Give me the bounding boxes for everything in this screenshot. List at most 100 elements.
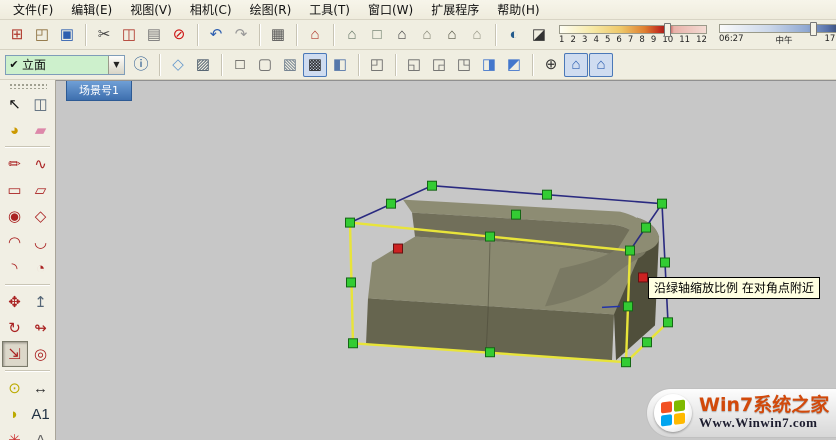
protractor-tool[interactable]: ◗ — [2, 401, 28, 427]
rotated-rectangle-tool[interactable]: ▱ — [28, 177, 54, 203]
print-button[interactable]: ▦ — [266, 23, 290, 47]
scale-handle[interactable] — [512, 210, 521, 219]
menu-edit[interactable]: 编辑(E) — [62, 0, 121, 20]
hidden-line-style-button[interactable]: ▢ — [253, 53, 277, 77]
chevron-down-icon[interactable]: ▼ — [108, 56, 124, 74]
perspective-view-button[interactable]: ⌂ — [564, 53, 588, 77]
drawing-canvas[interactable]: 场景号1 — [56, 80, 836, 440]
scale-handle[interactable] — [624, 302, 633, 311]
back-edges-style-button[interactable]: ▨ — [191, 53, 215, 77]
undo-button[interactable]: ↶ — [204, 23, 228, 47]
tape-measure-tool[interactable]: ⊙ — [2, 375, 28, 401]
iso-view-button[interactable]: ⌂ — [340, 23, 364, 47]
union-button[interactable]: ◲ — [427, 53, 451, 77]
erase-button[interactable]: ⊘ — [167, 23, 191, 47]
shaded-style-button[interactable]: ▧ — [278, 53, 302, 77]
text-tool[interactable]: A1 — [28, 401, 54, 427]
subtract-button[interactable]: ◳ — [452, 53, 476, 77]
date-slider-track[interactable] — [559, 25, 707, 34]
move-tool[interactable]: ✥ — [2, 289, 28, 315]
three-point-arc-tool[interactable]: ◝ — [2, 255, 28, 281]
menu-help[interactable]: 帮助(H) — [488, 0, 548, 20]
scale-handle[interactable] — [387, 199, 396, 208]
circle-tool[interactable]: ◉ — [2, 203, 28, 229]
palette-grip[interactable] — [9, 83, 47, 89]
new-button[interactable]: ⊞ — [5, 23, 29, 47]
time-slider-thumb[interactable] — [810, 22, 817, 36]
menu-camera[interactable]: 相机(C) — [181, 0, 241, 20]
menu-tools[interactable]: 工具(T) — [300, 0, 359, 20]
arc-tool[interactable]: ◠ — [2, 229, 28, 255]
scale-handle[interactable] — [428, 181, 437, 190]
back-view-button[interactable]: ⌂ — [440, 23, 464, 47]
scale-handle-active[interactable] — [639, 273, 648, 282]
shaded-textures-style-button[interactable]: ▩ — [303, 53, 327, 77]
top-view-button[interactable]: □ — [365, 23, 389, 47]
navigation-compass-button[interactable]: ⊕ — [539, 53, 563, 77]
front-view-button[interactable]: ⌂ — [390, 23, 414, 47]
scale-handle[interactable] — [642, 223, 651, 232]
trim-button[interactable]: ◨ — [477, 53, 501, 77]
date-slider-thumb[interactable] — [664, 23, 671, 37]
scale-tool[interactable]: ⇲ — [2, 341, 28, 367]
model-info-button[interactable]: ⌂ — [303, 23, 327, 47]
menu-view[interactable]: 视图(V) — [121, 0, 181, 20]
menu-file[interactable]: 文件(F) — [4, 0, 62, 20]
dimension-tool[interactable]: ↔ — [28, 375, 54, 401]
scale-handle[interactable] — [486, 232, 495, 241]
3d-text-tool[interactable]: A — [28, 427, 54, 440]
xray-style-button[interactable]: ◇ — [166, 53, 190, 77]
polygon-tool[interactable]: ◇ — [28, 203, 54, 229]
line-tool[interactable]: ✏ — [2, 151, 28, 177]
left-view-button[interactable]: ⌂ — [465, 23, 489, 47]
menu-window[interactable]: 窗口(W) — [359, 0, 422, 20]
rectangle-tool[interactable]: ▭ — [2, 177, 28, 203]
pie-tool[interactable]: ◔ — [28, 255, 54, 281]
axonometric-view-button[interactable]: ⌂ — [589, 53, 613, 77]
paste-button[interactable]: ▤ — [142, 23, 166, 47]
wireframe-style-button[interactable]: □ — [228, 53, 252, 77]
shadow-settings-button[interactable]: ◐ — [502, 23, 526, 47]
menu-draw[interactable]: 绘图(R) — [241, 0, 301, 20]
scene-info-button[interactable]: ⓘ — [129, 53, 153, 77]
scale-handle-opposite[interactable] — [394, 244, 403, 253]
menu-extensions[interactable]: 扩展程序 — [422, 0, 488, 20]
scale-handle[interactable] — [486, 348, 495, 357]
scale-handle[interactable] — [626, 246, 635, 255]
split-button[interactable]: ◩ — [502, 53, 526, 77]
scene-view-dropdown[interactable]: ✔ 立面 ▼ — [5, 55, 125, 75]
axes-tool[interactable]: ✳ — [2, 427, 28, 440]
rotate-tool[interactable]: ↻ — [2, 315, 28, 341]
two-point-arc-tool[interactable]: ◡ — [28, 229, 54, 255]
push-pull-tool[interactable]: ↥ — [28, 289, 54, 315]
scale-handle[interactable] — [661, 258, 670, 267]
scale-handle[interactable] — [347, 278, 356, 287]
scale-handle[interactable] — [658, 199, 667, 208]
cut-button[interactable]: ✂ — [92, 23, 116, 47]
time-slider-track[interactable] — [719, 24, 836, 33]
scale-handle[interactable] — [664, 318, 673, 327]
monochrome-style-button[interactable]: ◧ — [328, 53, 352, 77]
follow-me-tool[interactable]: ↬ — [28, 315, 54, 341]
redo-button[interactable]: ↷ — [229, 23, 253, 47]
scale-handle[interactable] — [622, 358, 631, 367]
intersect-button[interactable]: ◱ — [402, 53, 426, 77]
save-button[interactable]: ▣ — [55, 23, 79, 47]
scale-handle[interactable] — [643, 338, 652, 347]
sofa-model[interactable] — [366, 200, 659, 361]
offset-tool[interactable]: ◎ — [28, 341, 54, 367]
scale-handle[interactable] — [349, 339, 358, 348]
right-view-button[interactable]: ⌂ — [415, 23, 439, 47]
paint-bucket-tool[interactable]: ◕ — [2, 117, 28, 143]
select-tool[interactable]: ↖ — [2, 91, 28, 117]
shadow-toggle-button[interactable]: ◪ — [527, 23, 551, 47]
copy-button[interactable]: ◫ — [117, 23, 141, 47]
scale-handle[interactable] — [543, 190, 552, 199]
open-button[interactable]: ◰ — [30, 23, 54, 47]
outer-shell-button[interactable]: ◰ — [365, 53, 389, 77]
eraser-tool[interactable]: ▰ — [28, 117, 54, 143]
freehand-tool[interactable]: ∿ — [28, 151, 54, 177]
scene-tab[interactable]: 场景号1 — [66, 81, 132, 101]
make-component-tool[interactable]: ◫ — [28, 91, 54, 117]
scale-handle[interactable] — [346, 218, 355, 227]
